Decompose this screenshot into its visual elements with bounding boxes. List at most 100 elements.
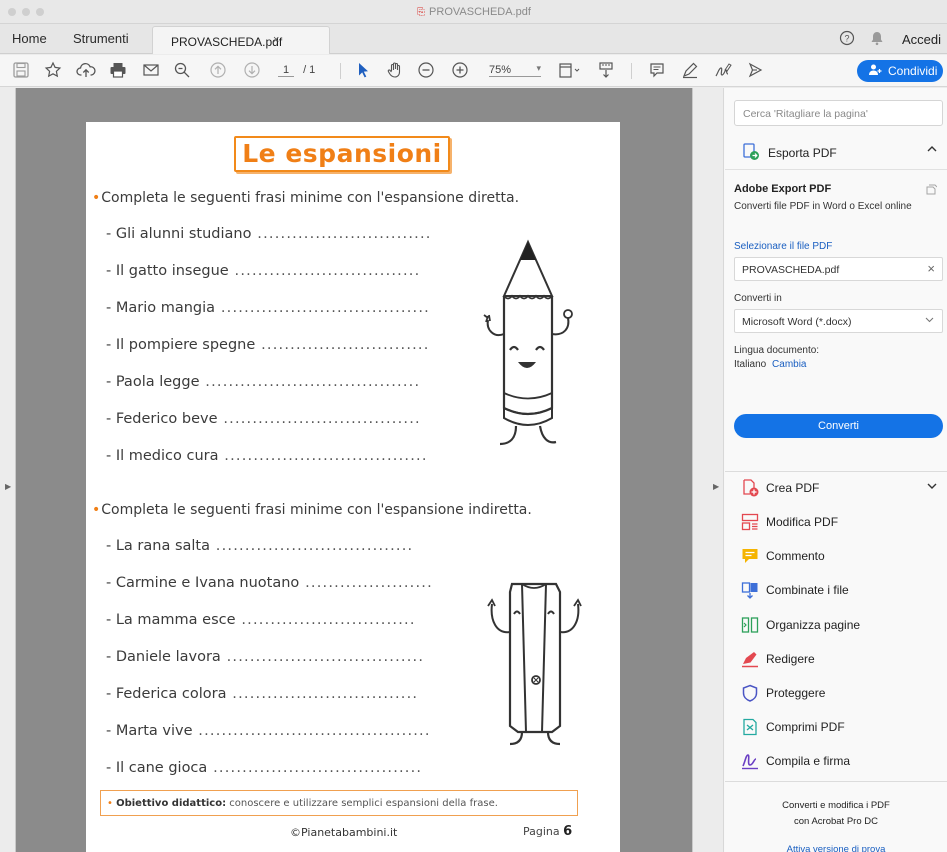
share-button[interactable]: Condividi <box>857 60 943 82</box>
tool-create-pdf[interactable]: Crea PDF <box>725 472 947 506</box>
tool-organize-pages[interactable]: Organizza pagine <box>725 609 947 643</box>
zoom-level-value: 75% <box>489 64 512 76</box>
footer-page-label: Pagina <box>523 825 560 838</box>
tool-combine-files[interactable]: Combinate i file <box>725 574 947 608</box>
sentence-text: - Carmine e Ivana nuotano <box>106 575 300 591</box>
list-item: - Il pompiere spegne ...................… <box>106 337 472 353</box>
close-tab-icon[interactable]: × <box>273 34 279 46</box>
document-viewport[interactable]: ▶ Le espansioni •Completa le seguenti fr… <box>0 88 708 852</box>
save-icon[interactable] <box>12 61 32 81</box>
comment-icon <box>741 547 759 565</box>
answer-line: ................................ <box>228 263 421 279</box>
document-language-label: Lingua documento: <box>734 345 820 356</box>
tool-edit-pdf[interactable]: Modifica PDF <box>725 506 947 540</box>
convert-button[interactable]: Converti <box>734 414 943 438</box>
clear-file-icon[interactable]: × <box>927 261 935 276</box>
zoom-search-icon[interactable] <box>173 61 193 81</box>
tool-label: Redigere <box>766 652 815 666</box>
page-number-input[interactable]: 1 <box>278 64 294 77</box>
compress-pdf-icon <box>741 718 759 736</box>
fit-page-icon[interactable] <box>558 61 582 81</box>
bookmark-star-icon[interactable] <box>44 61 64 81</box>
answer-line: .................................. <box>210 538 414 554</box>
right-pane-toggle[interactable]: ▶ <box>708 88 724 852</box>
hand-tool-icon[interactable] <box>386 61 406 81</box>
zoom-in-icon[interactable] <box>451 61 471 81</box>
footer-page-number: Pagina 6 <box>523 824 572 839</box>
cloud-upload-icon[interactable] <box>76 61 96 81</box>
section1-instruction-text: Completa le seguenti frasi minime con l'… <box>101 190 520 206</box>
tools-pane: ▶ Cerca 'Ritagliare la pagina' Esporta P… <box>708 88 947 852</box>
convert-format-select[interactable]: Microsoft Word (*.docx) <box>734 309 943 333</box>
select-cursor-icon[interactable] <box>355 61 375 81</box>
share-button-label: Condividi <box>888 64 938 78</box>
section-divider <box>725 781 947 782</box>
scroll-mode-icon[interactable] <box>597 61 617 81</box>
sentence-text: - Federica colora <box>106 686 227 702</box>
send-for-signature-icon[interactable] <box>746 61 766 81</box>
page-total: / 1 <box>303 64 316 76</box>
section1-instruction: •Completa le seguenti frasi minime con l… <box>92 190 519 206</box>
vertical-scrollbar[interactable] <box>692 88 708 852</box>
tab-home[interactable]: Home <box>12 31 47 46</box>
print-icon[interactable] <box>109 61 129 81</box>
tab-tools[interactable]: Strumenti <box>73 31 129 46</box>
list-item: - Federico beve ........................… <box>106 411 472 427</box>
export-pdf-header[interactable]: Esporta PDF <box>725 134 947 170</box>
export-service-title: Adobe Export PDF <box>734 183 832 195</box>
organize-pages-icon <box>741 616 759 634</box>
select-file-link[interactable]: Selezionare il file PDF <box>734 241 832 252</box>
chevron-up-icon[interactable] <box>927 144 937 156</box>
window-title-text: PROVASCHEDA.pdf <box>429 6 531 18</box>
left-pane-toggle[interactable]: ▶ <box>0 88 16 852</box>
answer-line: ...................... <box>299 575 433 591</box>
pencil-character-illustration <box>483 239 573 446</box>
tool-protect[interactable]: Proteggere <box>725 677 947 711</box>
section2-instruction: •Completa le seguenti frasi minime con l… <box>92 502 532 518</box>
export-service-subtitle: Converti file PDF in Word o Excel online <box>734 201 912 212</box>
start-trial-link[interactable]: Attiva versione di prova <box>725 844 947 852</box>
previous-page-icon[interactable] <box>209 61 229 81</box>
list-item: - Gli alunni studiano ..................… <box>106 226 472 242</box>
objective-label: Obiettivo didattico: <box>116 798 227 809</box>
change-language-link[interactable]: Cambia <box>772 359 806 370</box>
chevron-down-icon[interactable] <box>927 481 937 493</box>
list-item: - Paola legge ..........................… <box>106 374 472 390</box>
zoom-level-select[interactable]: 75% ▾ <box>489 63 541 77</box>
sentence-text: - Federico beve <box>106 411 218 427</box>
notifications-bell-icon[interactable] <box>870 30 884 49</box>
comment-icon[interactable] <box>648 61 668 81</box>
answer-line: .................................... <box>215 300 430 316</box>
tool-fill-and-sign[interactable]: Compila e firma <box>725 745 947 779</box>
highlight-pen-icon[interactable] <box>681 61 701 81</box>
chevron-down-icon: ▾ <box>536 63 541 73</box>
tool-comment[interactable]: Commento <box>725 540 947 574</box>
convert-to-label: Converti in <box>734 293 782 304</box>
upgrade-promo: Converti e modifica i PDF con Acrobat Pr… <box>725 798 947 830</box>
help-icon[interactable]: ? <box>839 30 855 49</box>
add-person-icon <box>869 61 882 83</box>
tool-redact[interactable]: Redigere <box>725 643 947 677</box>
collapse-right-pane-icon[interactable]: ▶ <box>713 482 719 491</box>
list-item: - Federica colora ......................… <box>106 686 472 702</box>
tab-document-label: PROVASCHEDA.pdf <box>171 35 283 49</box>
sign-icon[interactable] <box>713 61 733 81</box>
tab-document[interactable]: PROVASCHEDA.pdf × <box>152 26 330 54</box>
sign-in-link[interactable]: Accedi <box>902 32 941 47</box>
tool-compress-pdf[interactable]: Comprimi PDF <box>725 711 947 745</box>
selected-file-field[interactable]: PROVASCHEDA.pdf × <box>734 257 943 281</box>
email-icon[interactable] <box>142 61 162 81</box>
list-item: - Mario mangia .........................… <box>106 300 472 316</box>
next-page-icon[interactable] <box>243 61 263 81</box>
service-info-icon[interactable] <box>925 183 938 198</box>
list-item: - Il medico cura .......................… <box>106 448 472 464</box>
sentence-text: - Daniele lavora <box>106 649 221 665</box>
footer-copyright: ©Pianetabambini.it <box>290 826 398 839</box>
sentence-text: - Paola legge <box>106 374 200 390</box>
tools-search-input[interactable]: Cerca 'Ritagliare la pagina' <box>734 100 943 126</box>
expand-left-pane-icon[interactable]: ▶ <box>5 482 11 491</box>
answer-line: ................................ <box>226 686 419 702</box>
tab-bar: Home Strumenti PROVASCHEDA.pdf × ? Acced… <box>0 24 947 54</box>
zoom-out-icon[interactable] <box>417 61 437 81</box>
answer-line: .................................. <box>217 411 421 427</box>
